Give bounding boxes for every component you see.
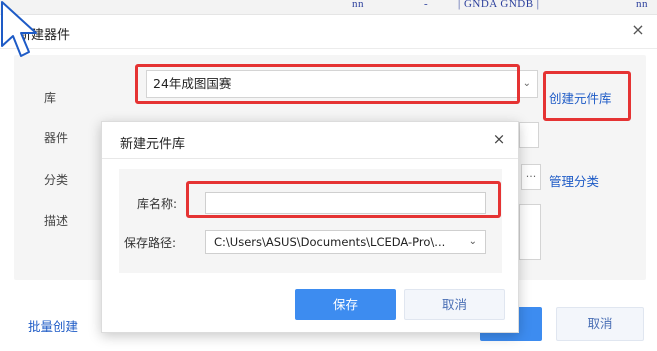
more-options-button[interactable]: ···: [521, 164, 541, 190]
toolbar-ghost-text: | GNDA GNDB |: [458, 0, 540, 10]
library-select-value: 24年成图国赛: [153, 76, 232, 91]
form-panel: [119, 169, 502, 273]
create-library-link[interactable]: 创建元件库: [549, 88, 612, 107]
bulk-create-link[interactable]: 批量创建: [28, 316, 78, 335]
new-library-dialog: 新建元件库 × 库名称: 保存路径: C:\Users\ASUS\Documen…: [101, 121, 519, 333]
library-name-label: 库名称:: [137, 197, 178, 211]
library-name-input[interactable]: [205, 192, 486, 214]
chevron-down-icon: ⌄: [522, 78, 531, 89]
toolbar-ghost-text: -: [424, 0, 429, 10]
save-button[interactable]: 保存: [295, 289, 396, 320]
cancel-button[interactable]: 取消: [404, 289, 505, 320]
chevron-down-icon: ⌄: [468, 236, 477, 247]
close-icon[interactable]: ×: [629, 21, 647, 39]
library-label: 库: [44, 91, 57, 105]
description-label: 描述: [44, 214, 69, 228]
save-path-label: 保存路径:: [124, 236, 177, 250]
toolbar-ghost-text: nn: [352, 0, 364, 10]
title-divider: [102, 158, 518, 159]
mouse-cursor-icon: [1, 1, 37, 57]
library-select[interactable]: 24年成图国赛 ⌄: [146, 70, 538, 98]
toolbar-ghost-text: nn: [636, 0, 648, 10]
cancel-button[interactable]: 取消: [556, 307, 644, 341]
background-toolbar: nn - | GNDA GNDB | nn: [0, 0, 657, 14]
dialog-title: 新建元件库: [120, 137, 186, 152]
save-path-select[interactable]: C:\Users\ASUS\Documents\LCEDA-Pro\... ⌄: [205, 230, 486, 254]
description-textarea[interactable]: [519, 204, 541, 260]
manage-category-link[interactable]: 管理分类: [549, 171, 599, 190]
category-label: 分类: [44, 173, 69, 187]
save-path-value: C:\Users\ASUS\Documents\LCEDA-Pro\...: [214, 235, 446, 249]
device-label: 器件: [44, 131, 69, 145]
close-icon[interactable]: ×: [490, 130, 508, 148]
title-divider: [0, 48, 657, 49]
device-input[interactable]: [519, 122, 539, 148]
